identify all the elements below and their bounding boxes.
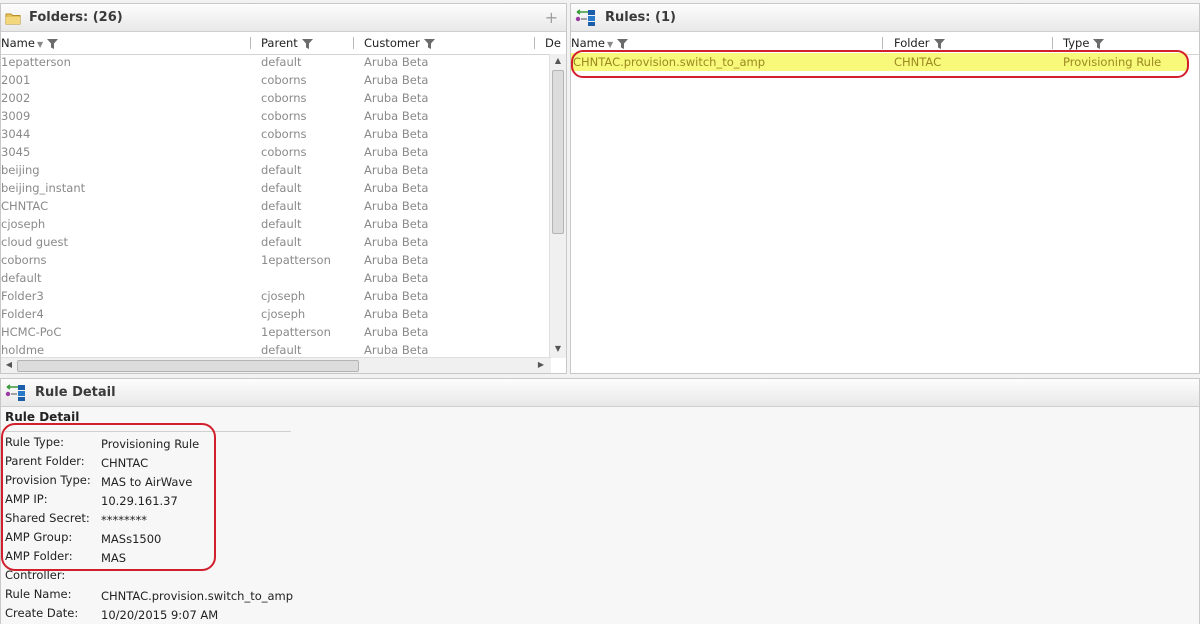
scroll-thumb[interactable] (17, 360, 359, 372)
column-separator[interactable] (882, 37, 883, 49)
rule-detail-title: Rule Detail (35, 385, 116, 400)
rules-icon (5, 383, 27, 402)
rules-icon (575, 8, 597, 27)
field-amp-group: AMP Group: MASs1500 (5, 530, 162, 546)
scroll-left-icon[interactable]: ◀ (1, 360, 17, 369)
column-name[interactable]: Name ▼ (571, 32, 629, 54)
folders-panel-header: Folders: (26) + (1, 4, 566, 32)
divider (5, 431, 291, 432)
folders-panel: Folders: (26) + Name ▼ Parent Customer De… (0, 3, 567, 374)
rules-column-header: Name ▼ Folder Type (571, 32, 1199, 55)
field-provision-type: Provision Type: MAS to AirWave (5, 473, 193, 489)
sort-down-icon[interactable]: ▼ (607, 40, 613, 49)
folder-icon (5, 11, 21, 25)
sort-down-icon[interactable]: ▼ (37, 40, 43, 49)
column-separator[interactable] (1052, 37, 1053, 49)
column-parent[interactable]: Parent (261, 32, 313, 54)
column-name[interactable]: Name ▼ (1, 32, 59, 54)
column-folder[interactable]: Folder (894, 32, 945, 54)
field-amp-folder: AMP Folder: MAS (5, 549, 127, 565)
folders-panel-title: Folders: (26) (29, 10, 123, 25)
column-customer[interactable]: Customer (364, 32, 435, 54)
scroll-down-icon[interactable]: ▼ (550, 344, 566, 353)
rules-panel: Rules: (1) Name ▼ Folder Type CHNTAC.prov… (570, 3, 1200, 374)
field-amp-ip: AMP IP: 10.29.161.37 (5, 492, 178, 508)
table-row-selected[interactable]: CHNTAC.provision.switch_to_amp CHNTAC Pr… (571, 53, 1187, 71)
field-shared-secret: Shared Secret: ******** (5, 511, 147, 527)
plus-icon[interactable]: + (545, 8, 558, 27)
column-separator[interactable] (353, 37, 354, 49)
field-rule-type: Rule Type: Provisioning Rule (5, 435, 200, 451)
field-create-date: Create Date: 10/20/2015 9:07 AM (5, 606, 219, 622)
field-controller: Controller: (5, 568, 66, 582)
column-separator[interactable] (250, 37, 251, 49)
column-separator[interactable] (534, 37, 535, 49)
rules-panel-header: Rules: (1) (571, 4, 1199, 32)
folders-column-header: Name ▼ Parent Customer De (1, 32, 566, 55)
field-parent-folder: Parent Folder: CHNTAC (5, 454, 149, 470)
rule-detail-header: Rule Detail (1, 379, 1199, 407)
column-description[interactable]: De (545, 32, 561, 54)
scroll-thumb[interactable] (552, 70, 564, 234)
rule-detail-section-title: Rule Detail (5, 410, 80, 424)
folders-horizontal-scrollbar[interactable]: ◀ ▶ (1, 357, 551, 373)
rules-panel-title: Rules: (1) (605, 10, 676, 25)
folders-vertical-scrollbar[interactable]: ▲ ▼ (549, 54, 566, 358)
scroll-right-icon[interactable]: ▶ (533, 360, 549, 369)
filter-funnel-icon[interactable] (301, 34, 313, 56)
column-type[interactable]: Type (1063, 32, 1105, 54)
field-rule-name: Rule Name: CHNTAC.provision.switch_to_amp (5, 587, 294, 603)
scroll-up-icon[interactable]: ▲ (550, 56, 566, 65)
